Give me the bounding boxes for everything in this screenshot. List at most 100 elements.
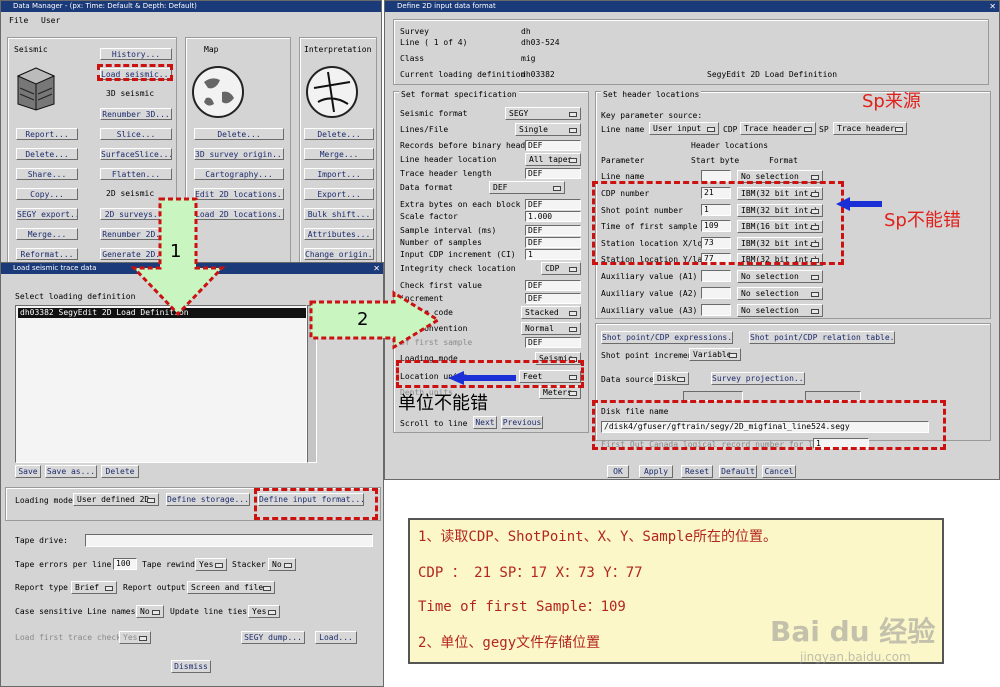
- header-start-byte-input[interactable]: [701, 270, 731, 282]
- format-row-label: Trace header length: [400, 169, 492, 178]
- menu-file[interactable]: File: [9, 16, 28, 26]
- format-row-input[interactable]: DEF: [525, 293, 581, 304]
- previous-button[interactable]: Previous: [501, 416, 543, 429]
- format-row-input[interactable]: DEF: [525, 140, 581, 151]
- menu-user[interactable]: User: [41, 16, 60, 26]
- sp-increment-select[interactable]: Variable: [689, 348, 741, 361]
- sp-cdp-expressions-button[interactable]: Shot point/CDP expressions...: [601, 331, 733, 344]
- seismic-action-button[interactable]: SEGY export...: [16, 208, 78, 220]
- seismic-tool-button[interactable]: Renumber 3D...: [100, 108, 172, 120]
- format-row-label: Data format: [400, 183, 453, 192]
- report-type-select[interactable]: Brief: [71, 581, 117, 594]
- seismic-action-button[interactable]: Merge...: [16, 228, 78, 240]
- header-bytes-highlight: [592, 181, 844, 265]
- format-row-input[interactable]: 1: [525, 249, 581, 260]
- interpretation-action-button[interactable]: Import...: [304, 168, 374, 180]
- start-byte-column-header: Start byte: [691, 156, 740, 165]
- format-row-input[interactable]: 1.000: [525, 211, 581, 222]
- seismic-action-button[interactable]: Copy...: [16, 188, 78, 200]
- sp-source-select[interactable]: Trace header: [833, 122, 907, 135]
- format-row-input[interactable]: DEF: [525, 168, 581, 179]
- default-button[interactable]: Default: [719, 465, 757, 478]
- apply-button[interactable]: Apply: [639, 465, 673, 478]
- ok-button[interactable]: OK: [607, 465, 629, 478]
- format-row-input[interactable]: DEF: [525, 225, 581, 236]
- window-title: Data Manager - (px: Time: Default & Dept…: [13, 2, 197, 10]
- interpretation-action-button[interactable]: Merge...: [304, 148, 374, 160]
- format-row-label: Number of samples: [400, 238, 482, 247]
- next-button[interactable]: Next: [473, 416, 497, 429]
- format-row-select[interactable]: CDP: [541, 262, 581, 275]
- interpretation-action-button[interactable]: Attributes...: [304, 228, 374, 240]
- reset-button[interactable]: Reset: [681, 465, 713, 478]
- format-row-label: Scale factor: [400, 212, 458, 221]
- format-row-input[interactable]: DEF: [525, 199, 581, 210]
- format-row-input[interactable]: DEF: [525, 337, 581, 348]
- seismic-tool-button[interactable]: History...: [100, 48, 172, 60]
- interpretation-action-button[interactable]: Change origin...: [304, 248, 374, 260]
- tape-rewind-select[interactable]: Yes: [195, 558, 227, 571]
- seismic-tool-button[interactable]: SurfaceSlice...: [100, 148, 172, 160]
- format-row-select[interactable]: All tapes: [525, 153, 581, 166]
- tape-errors-input[interactable]: 100: [113, 558, 137, 570]
- seismic-action-button[interactable]: Report...: [16, 128, 78, 140]
- interpretation-action-button[interactable]: Export...: [304, 188, 374, 200]
- close-icon[interactable]: ✕: [989, 1, 996, 12]
- seismic-tool-button[interactable]: Slice...: [100, 128, 172, 140]
- save-button[interactable]: Save: [15, 465, 41, 478]
- header-format-select[interactable]: No selection: [737, 287, 823, 300]
- segy-dump-button[interactable]: SEGY dump...: [241, 631, 305, 644]
- format-row-select[interactable]: Stacked: [521, 306, 581, 319]
- tape-drive-input[interactable]: [85, 534, 373, 547]
- delete-button[interactable]: Delete: [101, 465, 139, 478]
- case-sensitive-select[interactable]: No: [136, 605, 164, 618]
- header-start-byte-input[interactable]: [701, 287, 731, 299]
- format-row-select[interactable]: DEF: [489, 181, 565, 194]
- header-format-select[interactable]: No selection: [737, 304, 823, 317]
- update-ties-select[interactable]: Yes: [248, 605, 280, 618]
- save-as-button[interactable]: Save as...: [45, 465, 97, 478]
- survey-projection-button[interactable]: Survey projection...: [711, 372, 805, 385]
- cdp-source-select[interactable]: Trace header: [740, 122, 816, 135]
- loading-definition-list[interactable]: dh03382 SegyEdit 2D Load Definition: [15, 305, 307, 463]
- seismic-tool-button[interactable]: Flatten...: [100, 168, 172, 180]
- data-manager-titlebar: Data Manager - (px: Time: Default & Dept…: [1, 1, 381, 12]
- class-label: Class: [400, 54, 425, 63]
- data-source-select[interactable]: Disk: [653, 372, 689, 385]
- loading-mode-select[interactable]: User defined 2D: [73, 493, 159, 506]
- sp-increment-label: Shot point increment: [601, 351, 698, 360]
- load-button[interactable]: Load...: [315, 631, 357, 644]
- report-output-select[interactable]: Screen and file: [187, 581, 275, 594]
- cancel-button[interactable]: Cancel: [762, 465, 796, 478]
- header-format-select[interactable]: No selection: [737, 270, 823, 283]
- header-start-byte-input[interactable]: [701, 304, 731, 316]
- close-icon[interactable]: ✕: [373, 263, 380, 274]
- format-row-input[interactable]: DEF: [525, 237, 581, 248]
- define-input-highlight: [254, 488, 378, 520]
- map-action-button[interactable]: 3D survey origin...: [194, 148, 284, 160]
- stacker-select[interactable]: No: [268, 558, 296, 571]
- scroll-to-line-label: Scroll to line: [400, 419, 468, 428]
- seismic-action-button[interactable]: Share...: [16, 168, 78, 180]
- load-first-trace-select[interactable]: Yes: [119, 631, 151, 644]
- define-storage-button[interactable]: Define storage...: [166, 493, 250, 506]
- sp-cdp-relation-table-button[interactable]: Shot point/CDP relation table...: [749, 331, 895, 344]
- report-type-label: Report type: [15, 583, 68, 592]
- seismic-section-label: 3D seismic: [106, 89, 155, 98]
- interpretation-action-button[interactable]: Delete...: [304, 128, 374, 140]
- map-action-button[interactable]: Delete...: [194, 128, 284, 140]
- current-definition-name: SegyEdit 2D Load Definition: [707, 70, 838, 79]
- format-row-select[interactable]: Single: [515, 123, 581, 136]
- dismiss-button[interactable]: Dismiss: [171, 660, 211, 673]
- seismic-action-button[interactable]: Delete...: [16, 148, 78, 160]
- format-row-label: Lines/File: [400, 125, 449, 134]
- select-loading-label: Select loading definition: [15, 292, 136, 301]
- load-seismic-highlight: [97, 64, 173, 81]
- format-row-select[interactable]: Normal: [521, 322, 581, 335]
- line-name-source-select[interactable]: User input: [649, 122, 719, 135]
- map-action-button[interactable]: Cartography...: [194, 168, 284, 180]
- interpretation-action-button[interactable]: Bulk shift...: [304, 208, 374, 220]
- format-row-input[interactable]: DEF: [525, 280, 581, 291]
- seismic-action-button[interactable]: Reformat...: [16, 248, 78, 260]
- format-row-select[interactable]: SEGY: [505, 107, 581, 120]
